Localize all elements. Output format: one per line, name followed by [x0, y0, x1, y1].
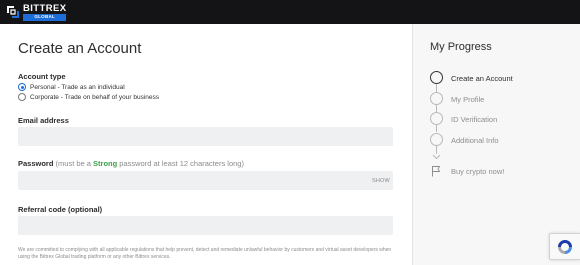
corporate-radio[interactable]	[18, 93, 26, 101]
password-field[interactable]	[18, 171, 393, 190]
referral-label: Referral code (optional)	[18, 205, 103, 214]
step-3-indicator	[430, 112, 443, 125]
bittrex-global-logo[interactable]: BITTREX GLOBAL	[6, 2, 67, 21]
legal-disclaimer: We are committed to complying with all a…	[18, 247, 392, 260]
step-4-label: Additional Info	[451, 136, 499, 145]
progress-title: My Progress	[430, 41, 492, 53]
email-field[interactable]	[18, 127, 393, 146]
step-3-label: ID Verification	[451, 115, 498, 124]
top-navigation-bar: BITTREX GLOBAL	[0, 0, 580, 24]
step-connector	[436, 84, 437, 92]
personal-radio[interactable]	[18, 83, 26, 91]
account-type-label: Account type	[18, 72, 66, 81]
account-type-corporate-option[interactable]: Corporate - Trade on behalf of your busi…	[18, 93, 159, 101]
show-password-button[interactable]: SHOW	[372, 178, 390, 184]
step-4-indicator	[430, 133, 443, 146]
logo-subtitle: GLOBAL	[23, 14, 67, 21]
recaptcha-icon	[558, 239, 572, 254]
flag-icon	[432, 166, 441, 177]
step-1-indicator	[430, 71, 443, 84]
final-step-label: Buy crypto now!	[451, 167, 505, 176]
account-type-personal-option[interactable]: Personal - Trade as an individual	[18, 83, 125, 91]
password-hint-suffix: password at least 12 characters long)	[117, 159, 244, 168]
personal-radio-label: Personal - Trade as an individual	[30, 83, 125, 91]
email-label: Email address	[18, 116, 69, 125]
bittrex-logo-icon	[6, 5, 20, 19]
password-hint-strong: Strong	[93, 159, 118, 168]
step-connector	[436, 105, 437, 112]
password-label-text: Password	[18, 159, 54, 168]
recaptcha-badge[interactable]	[549, 233, 580, 260]
password-hint-prefix: (must be a	[55, 159, 94, 168]
step-1-label: Create an Account	[451, 74, 513, 83]
chevron-down-icon	[432, 154, 441, 160]
page-title: Create an Account	[18, 40, 142, 57]
password-label: Password (must be a Strong password at l…	[18, 159, 244, 168]
step-2-indicator	[430, 92, 443, 105]
progress-panel: My Progress Create an Account My Profile…	[412, 24, 580, 265]
corporate-radio-label: Corporate - Trade on behalf of your busi…	[30, 93, 159, 101]
logo-wordmark: BITTREX	[23, 2, 67, 14]
referral-code-field[interactable]	[18, 216, 393, 235]
signup-form: Create an Account Account type Personal …	[0, 24, 412, 265]
step-2-label: My Profile	[451, 95, 485, 104]
step-connector	[436, 125, 437, 132]
